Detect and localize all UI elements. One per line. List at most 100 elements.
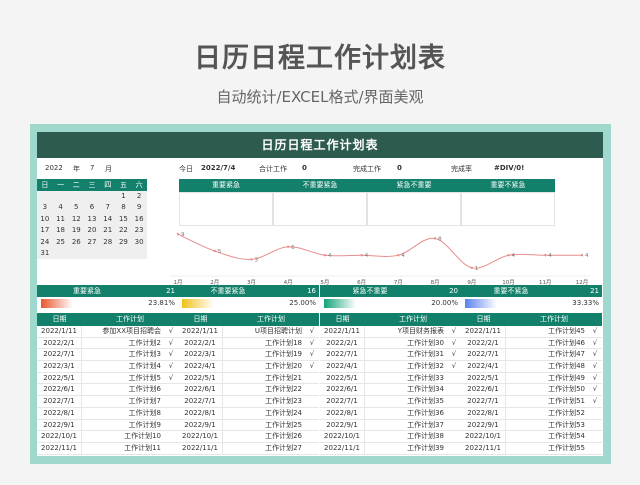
- row-task[interactable]: 工作计划49: [506, 373, 588, 384]
- calendar-day[interactable]: 30: [131, 237, 147, 248]
- row-date[interactable]: 2022/3/1: [178, 349, 223, 361]
- row-task[interactable]: 工作计划5: [82, 373, 164, 384]
- row-task[interactable]: 工作计划46: [506, 338, 588, 349]
- row-check[interactable]: [305, 443, 319, 454]
- row-date[interactable]: 2022/7/1: [461, 396, 506, 407]
- row-task[interactable]: 工作计划27: [223, 443, 305, 454]
- row-check[interactable]: [588, 420, 602, 431]
- row-check[interactable]: √: [305, 338, 319, 349]
- calendar-day[interactable]: 7: [100, 202, 116, 213]
- row-task[interactable]: 工作计划36: [365, 408, 447, 419]
- table-row[interactable]: 2022/6/1 工作计划50 √: [461, 384, 602, 397]
- row-date[interactable]: 2022/11/1: [320, 442, 365, 454]
- row-date[interactable]: 2022/1/11: [461, 326, 506, 337]
- table-row[interactable]: 2022/8/1 工作计划52: [461, 407, 602, 420]
- table-row[interactable]: 2022/9/1 工作计划25: [178, 419, 319, 432]
- row-check[interactable]: √: [447, 326, 461, 337]
- calendar-day[interactable]: 15: [116, 214, 132, 225]
- row-check[interactable]: [305, 396, 319, 407]
- row-date[interactable]: 2022/5/1: [461, 372, 506, 384]
- table-row[interactable]: 2022/8/1 工作计划8: [37, 407, 178, 420]
- row-task[interactable]: 工作计划31: [365, 349, 447, 360]
- row-task[interactable]: 工作计划25: [223, 420, 305, 431]
- table-row[interactable]: 2022/6/1 工作计划6: [37, 384, 178, 397]
- calendar-day[interactable]: 29: [116, 237, 132, 248]
- row-task[interactable]: 工作计划38: [365, 431, 447, 442]
- row-task[interactable]: 工作计划9: [82, 420, 164, 431]
- row-date[interactable]: 2022/1/11: [320, 326, 365, 337]
- calendar-day[interactable]: 23: [131, 225, 147, 236]
- row-task[interactable]: 参加XX项目招聘会: [82, 326, 164, 337]
- table-row[interactable]: 2022/1/11 工作计划45 √: [461, 326, 602, 338]
- calendar-day[interactable]: 2: [131, 191, 147, 202]
- calendar-day[interactable]: 31: [37, 248, 53, 259]
- row-check[interactable]: [447, 373, 461, 384]
- row-check[interactable]: [164, 408, 178, 419]
- row-date[interactable]: 2022/11/1: [37, 442, 82, 454]
- table-row[interactable]: 2022/5/1 工作计划33: [320, 372, 461, 385]
- row-check[interactable]: [447, 420, 461, 431]
- row-check[interactable]: [164, 396, 178, 407]
- row-check[interactable]: [305, 408, 319, 419]
- table-row[interactable]: 2022/11/1 工作计划11: [37, 442, 178, 455]
- row-date[interactable]: 2022/8/1: [37, 407, 82, 419]
- category-cell-4[interactable]: [461, 192, 555, 226]
- table-row[interactable]: 2022/1/11 Y项目财务报表 √: [320, 326, 461, 338]
- row-date[interactable]: 2022/9/1: [178, 419, 223, 431]
- month-value[interactable]: 7: [90, 164, 94, 172]
- row-date[interactable]: 2022/2/1: [461, 337, 506, 349]
- row-check[interactable]: √: [164, 361, 178, 372]
- row-check[interactable]: √: [588, 396, 602, 407]
- calendar-day[interactable]: 27: [84, 237, 100, 248]
- row-check[interactable]: √: [305, 326, 319, 337]
- row-task[interactable]: 工作计划55: [506, 443, 588, 454]
- row-check[interactable]: [447, 396, 461, 407]
- row-task[interactable]: 工作计划10: [82, 431, 164, 442]
- table-row[interactable]: 2022/9/1 工作计划9: [37, 419, 178, 432]
- calendar-day[interactable]: 5: [68, 202, 84, 213]
- row-date[interactable]: 2022/9/1: [37, 419, 82, 431]
- row-task[interactable]: 工作计划11: [82, 443, 164, 454]
- row-check[interactable]: √: [588, 373, 602, 384]
- row-check[interactable]: √: [164, 349, 178, 360]
- calendar-day[interactable]: 11: [53, 214, 69, 225]
- row-date[interactable]: 2022/2/1: [37, 337, 82, 349]
- row-check[interactable]: [447, 443, 461, 454]
- row-date[interactable]: 2022/9/1: [320, 419, 365, 431]
- table-row[interactable]: 2022/2/1 工作计划18 √: [178, 337, 319, 350]
- table-row[interactable]: 2022/2/1 工作计划46 √: [461, 337, 602, 350]
- row-task[interactable]: 工作计划8: [82, 408, 164, 419]
- row-date[interactable]: 2022/7/1: [37, 396, 82, 407]
- row-check[interactable]: [164, 420, 178, 431]
- table-row[interactable]: 2022/2/1 工作计划30 √: [320, 337, 461, 350]
- category-cell-1[interactable]: [179, 192, 273, 226]
- row-date[interactable]: 2022/10/1: [461, 431, 506, 442]
- calendar-day[interactable]: 10: [37, 214, 53, 225]
- table-row[interactable]: 2022/7/1 工作计划47 √: [461, 349, 602, 362]
- calendar-day[interactable]: 20: [84, 225, 100, 236]
- row-check[interactable]: √: [447, 338, 461, 349]
- table-row[interactable]: 2022/10/1 工作计划26: [178, 431, 319, 443]
- table-row[interactable]: 2022/5/1 工作计划49 √: [461, 372, 602, 385]
- row-task[interactable]: 工作计划33: [365, 373, 447, 384]
- row-date[interactable]: 2022/11/1: [461, 442, 506, 454]
- row-task[interactable]: 工作计划48: [506, 361, 588, 372]
- row-check[interactable]: √: [305, 349, 319, 360]
- table-row[interactable]: 2022/1/11 U项目招聘计划 √: [178, 326, 319, 338]
- row-check[interactable]: √: [447, 361, 461, 372]
- row-task[interactable]: 工作计划24: [223, 408, 305, 419]
- row-date[interactable]: 2022/7/1: [461, 349, 506, 361]
- row-task[interactable]: Y项目财务报表: [365, 326, 447, 337]
- row-task[interactable]: 工作计划52: [506, 408, 588, 419]
- row-check[interactable]: √: [164, 338, 178, 349]
- row-task[interactable]: 工作计划22: [223, 384, 305, 395]
- calendar-day[interactable]: 28: [100, 237, 116, 248]
- table-row[interactable]: 2022/9/1 工作计划53: [461, 419, 602, 432]
- calendar-day[interactable]: 6: [84, 202, 100, 213]
- row-check[interactable]: √: [164, 373, 178, 384]
- table-row[interactable]: 2022/7/1 工作计划31 √: [320, 349, 461, 362]
- calendar-day[interactable]: 3: [37, 202, 53, 213]
- row-check[interactable]: √: [588, 361, 602, 372]
- table-row[interactable]: 2022/10/1 工作计划10: [37, 431, 178, 443]
- row-task[interactable]: 工作计划32: [365, 361, 447, 372]
